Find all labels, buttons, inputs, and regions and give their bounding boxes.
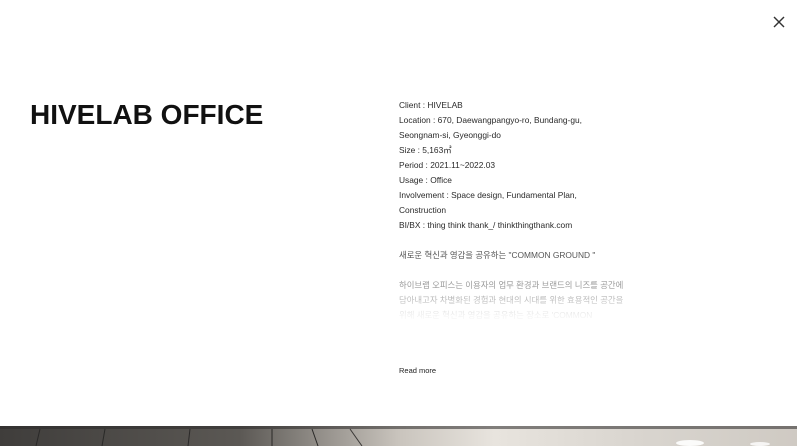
info-location-line-2: Seongnam-si, Gyeonggi-do [399, 130, 501, 140]
info-period: Period : 2021.11~2022.03 [399, 160, 496, 170]
project-photo [0, 426, 797, 446]
project-description: 하이브랩 오피스는 이용자의 업무 환경과 브랜드의 니즈를 공간에 담아내고자… [399, 278, 629, 323]
project-info: Client : HIVELAB Location : 670, Daewang… [399, 98, 629, 233]
read-more-link[interactable]: Read more [399, 364, 436, 378]
description-line: 담아내고자 차별화된 경험과 현대의 시대를 위한 효용적인 공간을 [399, 295, 624, 305]
page-title: HIVELAB OFFICE [30, 99, 264, 130]
info-involvement-line-1: Involvement : Space design, Fundamental … [399, 190, 577, 200]
info-size: Size : 5,163㎡ [399, 145, 452, 155]
info-usage: Usage : Office [399, 175, 452, 185]
info-involvement-line-2: Construction [399, 205, 447, 215]
project-tagline: 새로운 혁신과 영감을 공유하는 "COMMON GROUND " [399, 250, 596, 260]
info-location-line-1: Location : 670, Daewangpangyo-ro, Bundan… [399, 115, 582, 125]
office-interior-image [0, 426, 797, 446]
close-icon[interactable] [771, 14, 787, 30]
project-detail-page: HIVELAB OFFICE Client : HIVELAB Location… [0, 0, 797, 446]
close-button[interactable] [771, 14, 787, 30]
info-client: Client : HIVELAB [399, 100, 463, 110]
description-line: 하이브랩 오피스는 이용자의 업무 환경과 브랜드의 니즈를 공간에 [399, 280, 624, 290]
info-bibx: BI/BX : thing think thank_/ thinkthingth… [399, 220, 573, 230]
description-line: 위해 새로운 혁신과 영감을 공유하는 장소로 'COMMON [399, 310, 593, 320]
